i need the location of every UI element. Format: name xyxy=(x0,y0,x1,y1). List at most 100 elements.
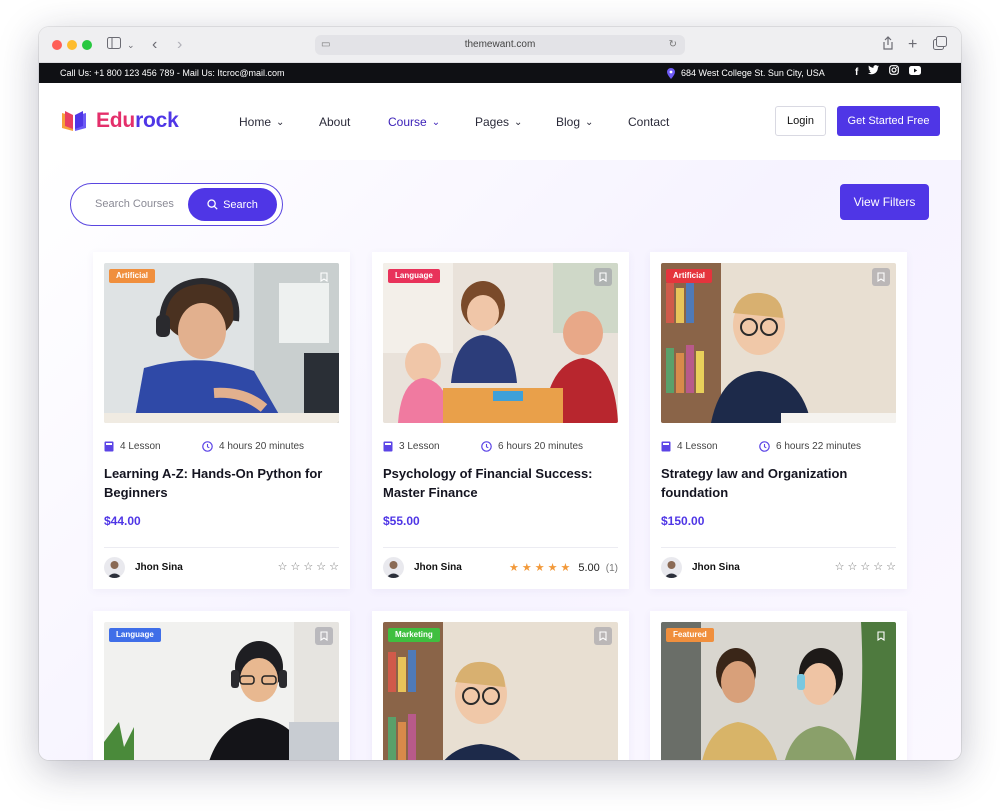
bookmark-button[interactable] xyxy=(315,627,333,645)
url-text: themewant.com xyxy=(464,39,536,50)
reload-icon[interactable]: ↻ xyxy=(669,35,677,55)
review-count: (1) xyxy=(605,562,618,574)
bookmark-icon xyxy=(599,272,607,282)
star-rating: ★ ★ ★ ★ ★ 5.00 (1) xyxy=(509,562,618,574)
view-filters-button[interactable]: View Filters xyxy=(840,184,929,220)
bookmark-icon xyxy=(877,272,885,282)
zoom-window-button[interactable] xyxy=(82,40,92,50)
star-empty-icon: ☆ xyxy=(886,561,896,573)
divider xyxy=(661,547,896,548)
course-meta: 4 Lesson 6 hours 22 minutes xyxy=(661,439,896,453)
chevron-down-icon: ⌄ xyxy=(585,116,594,128)
bookmark-button[interactable] xyxy=(594,627,612,645)
nav-item-contact[interactable]: Contact xyxy=(628,115,669,129)
logo-text: Edurock xyxy=(96,109,179,133)
clock-icon xyxy=(481,440,492,452)
star-empty-icon: ☆ xyxy=(303,561,314,573)
sidebar-toggle-icon[interactable] xyxy=(107,36,121,54)
course-thumbnail[interactable]: Featured xyxy=(661,622,896,760)
star-rating: ☆ ☆ ☆ ☆ ☆ xyxy=(278,562,339,573)
search-input[interactable]: Search Courses xyxy=(95,198,174,210)
course-thumbnail[interactable]: Artificial xyxy=(104,263,339,423)
course-title[interactable]: Learning A-Z: Hands-On Python for Beginn… xyxy=(104,464,339,502)
category-badge: Language xyxy=(388,269,440,283)
course-author[interactable]: Jhon Sina xyxy=(104,557,183,578)
chevron-down-icon: ⌄ xyxy=(431,116,441,128)
bookmark-icon xyxy=(877,631,885,641)
bookmark-icon xyxy=(599,631,607,641)
nav-item-course[interactable]: Course ⌄ xyxy=(388,115,440,129)
star-empty-icon: ☆ xyxy=(329,561,339,573)
nav-label: About xyxy=(319,115,351,129)
bookmark-button[interactable] xyxy=(872,268,890,286)
course-thumbnail[interactable]: Artificial xyxy=(661,263,896,423)
course-card[interactable]: Artificial 4 Lesson 4 hours 20 minutes L… xyxy=(93,252,350,589)
clock-icon xyxy=(202,440,213,452)
nav-item-about[interactable]: About xyxy=(319,115,350,129)
avatar xyxy=(104,557,125,578)
bookmark-button[interactable] xyxy=(872,627,890,645)
new-tab-icon[interactable]: + xyxy=(908,36,917,54)
course-image xyxy=(661,622,896,760)
share-icon[interactable] xyxy=(882,36,894,55)
bookmark-button[interactable] xyxy=(594,268,612,286)
get-started-button[interactable]: Get Started Free xyxy=(837,106,940,136)
close-window-button[interactable] xyxy=(52,40,62,50)
facebook-icon[interactable]: f xyxy=(855,63,858,83)
back-arrow-icon[interactable]: ‹ xyxy=(152,36,157,54)
course-thumbnail[interactable]: Marketing xyxy=(383,622,618,760)
star-filled-icon: ★ xyxy=(521,561,532,574)
address-info: 684 West College St. Sun City, USA xyxy=(667,63,825,83)
page-icon: ▭ xyxy=(321,39,331,50)
course-card[interactable]: Artificial 4 Lesson 6 hours 22 minutes S… xyxy=(650,252,907,589)
instagram-icon[interactable] xyxy=(889,63,900,83)
lesson-count: 4 Lesson xyxy=(677,440,718,452)
course-duration: 6 hours 20 minutes xyxy=(498,440,584,452)
course-title[interactable]: Psychology of Financial Success: Master … xyxy=(383,464,618,502)
course-thumbnail[interactable]: Language xyxy=(383,263,618,423)
course-price: $44.00 xyxy=(104,514,141,528)
nav-item-blog[interactable]: Blog ⌄ xyxy=(556,115,593,129)
star-empty-icon: ☆ xyxy=(277,561,288,573)
search-icon xyxy=(207,199,218,210)
course-card[interactable]: Language xyxy=(93,611,350,760)
star-filled-icon: ★ xyxy=(547,561,558,574)
twitter-icon[interactable] xyxy=(868,63,880,83)
chevron-down-icon: ⌄ xyxy=(276,116,285,128)
search-button[interactable]: Search xyxy=(188,188,277,221)
youtube-icon[interactable] xyxy=(909,63,922,83)
social-links: f xyxy=(855,63,922,83)
category-badge: Featured xyxy=(666,628,714,642)
address-bar[interactable]: ▭ themewant.com ↻ xyxy=(315,35,685,55)
course-card[interactable]: Language 3 Lesson 6 hours 20 minutes Psy… xyxy=(372,252,629,589)
star-filled-icon: ★ xyxy=(508,561,519,574)
course-title[interactable]: Strategy law and Organization foundation xyxy=(661,464,896,502)
chevron-down-icon[interactable]: ⌄ xyxy=(127,36,135,54)
tab-overview-icon[interactable] xyxy=(933,36,947,55)
logo-text-rock: rock xyxy=(135,109,179,132)
nav-label: Home xyxy=(239,115,272,129)
location-pin-icon xyxy=(667,67,675,79)
course-card[interactable]: Marketing xyxy=(372,611,629,760)
forward-arrow-icon[interactable]: › xyxy=(177,36,182,54)
category-badge: Marketing xyxy=(388,628,440,642)
star-empty-icon: ☆ xyxy=(290,561,301,573)
course-price: $150.00 xyxy=(661,514,705,528)
star-filled-icon: ★ xyxy=(534,561,545,574)
course-card[interactable]: Featured xyxy=(650,611,907,760)
nav-item-pages[interactable]: Pages ⌄ xyxy=(475,115,522,129)
minimize-window-button[interactable] xyxy=(67,40,77,50)
course-thumbnail[interactable]: Language xyxy=(104,622,339,760)
login-button[interactable]: Login xyxy=(775,106,826,136)
course-image xyxy=(383,263,618,423)
course-author[interactable]: Jhon Sina xyxy=(661,557,740,578)
bookmark-button[interactable] xyxy=(315,268,333,286)
site-logo[interactable]: Edurock xyxy=(60,109,179,133)
category-badge: Artificial xyxy=(666,269,713,283)
search-bar: Search Courses Search xyxy=(70,183,283,226)
author-name: Jhon Sina xyxy=(692,562,740,573)
nav-item-home[interactable]: Home ⌄ xyxy=(239,115,284,129)
course-author[interactable]: Jhon Sina xyxy=(383,557,462,578)
bookmark-icon xyxy=(320,631,328,641)
divider xyxy=(104,547,339,548)
